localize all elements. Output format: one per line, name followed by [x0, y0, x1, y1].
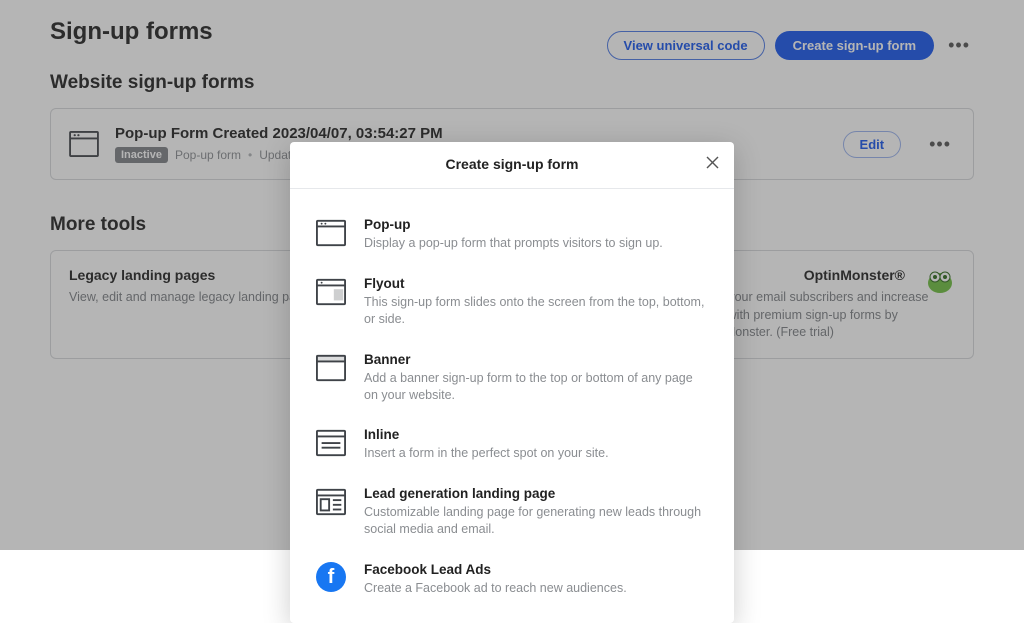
facebook-icon: f — [316, 562, 346, 592]
modal-title: Create sign-up form — [445, 156, 578, 172]
option-inline[interactable]: Inline Insert a form in the perfect spot… — [316, 417, 708, 476]
option-title: Banner — [364, 352, 708, 367]
option-title: Pop-up — [364, 217, 708, 232]
close-icon[interactable] — [705, 155, 720, 175]
option-banner[interactable]: Banner Add a banner sign-up form to the … — [316, 342, 708, 418]
option-desc: Display a pop-up form that prompts visit… — [364, 235, 708, 252]
option-facebook-lead-ads[interactable]: f Facebook Lead Ads Create a Facebook ad… — [316, 552, 708, 601]
option-title: Flyout — [364, 276, 708, 291]
popup-icon — [316, 219, 346, 247]
modal-overlay[interactable]: Create sign-up form Pop-up Display a pop… — [0, 0, 1024, 550]
create-signup-modal: Create sign-up form Pop-up Display a pop… — [290, 142, 734, 623]
option-title: Facebook Lead Ads — [364, 562, 708, 577]
option-desc: Insert a form in the perfect spot on you… — [364, 445, 708, 462]
option-desc: Add a banner sign-up form to the top or … — [364, 370, 708, 404]
option-popup[interactable]: Pop-up Display a pop-up form that prompt… — [316, 207, 708, 266]
option-desc: Create a Facebook ad to reach new audien… — [364, 580, 708, 597]
option-title: Inline — [364, 427, 708, 442]
inline-icon — [316, 429, 346, 457]
option-flyout[interactable]: Flyout This sign-up form slides onto the… — [316, 266, 708, 342]
option-lead-gen[interactable]: Lead generation landing page Customizabl… — [316, 476, 708, 552]
option-desc: Customizable landing page for generating… — [364, 504, 708, 538]
banner-icon — [316, 354, 346, 382]
option-desc: This sign-up form slides onto the screen… — [364, 294, 708, 328]
option-title: Lead generation landing page — [364, 486, 708, 501]
layout-icon — [316, 488, 346, 516]
flyout-icon — [316, 278, 346, 306]
